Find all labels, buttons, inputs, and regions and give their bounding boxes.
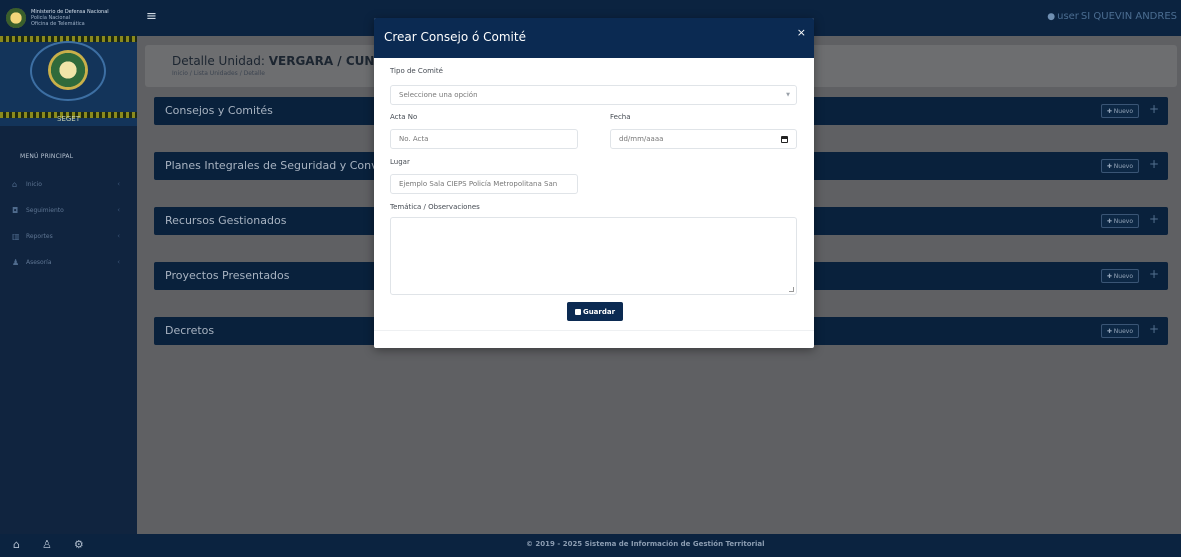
copyright-text: © 2019 - 2025 Sistema de Información de …	[526, 540, 765, 548]
sidebar-item-label: Reportes	[26, 232, 53, 240]
guardar-button[interactable]: Guardar	[567, 302, 623, 321]
chevron-left-icon: ‹	[117, 258, 120, 266]
tipo-comite-value: Seleccione una opción	[399, 91, 478, 99]
section-title: Proyectos Presentados	[165, 269, 290, 282]
expand-plus-icon[interactable]: +	[1149, 267, 1159, 281]
expand-plus-icon[interactable]: +	[1149, 157, 1159, 171]
home-icon[interactable]: ⌂	[13, 538, 20, 551]
tipo-comite-label: Tipo de Comité	[390, 67, 443, 75]
banner-label: SEGET	[57, 115, 80, 123]
people-icon: ♟	[12, 257, 20, 267]
close-icon[interactable]: ×	[797, 27, 806, 38]
page-title-prefix: Detalle Unidad:	[172, 54, 265, 68]
sidebar-item-label: Inicio	[26, 180, 42, 188]
sidebar-item-label: Asesoría	[26, 258, 52, 266]
camera-icon: ◘	[12, 205, 19, 215]
acta-input[interactable]: No. Acta	[390, 129, 578, 149]
nuevo-label: Nuevo	[1113, 327, 1133, 335]
user-icon: ●	[1047, 11, 1056, 22]
nuevo-button[interactable]: ✚ Nuevo	[1100, 269, 1139, 283]
hamburger-icon[interactable]: ≡	[146, 10, 157, 24]
nuevo-label: Nuevo	[1113, 217, 1133, 225]
settings-icon[interactable]: ⚙	[74, 538, 84, 551]
nuevo-button[interactable]: ✚ Nuevo	[1100, 324, 1139, 338]
user-name: SI QUEVIN ANDRES	[1080, 11, 1177, 22]
menu-title: MENÚ PRINCIPAL	[20, 153, 74, 160]
acta-placeholder: No. Acta	[399, 135, 429, 143]
sidebar: SEGET MENÚ PRINCIPAL ⌂ Inicio ‹ ◘ Seguim…	[0, 36, 137, 534]
breadcrumb-lista-unidades[interactable]: Lista Unidades	[194, 70, 238, 77]
lugar-label: Lugar	[390, 158, 410, 166]
police-seal-logo	[6, 8, 26, 28]
footer: ⌂ ♙ ⚙ © 2019 - 2025 Sistema de Informaci…	[0, 534, 1181, 557]
nuevo-label: Nuevo	[1113, 162, 1133, 170]
section-title: Recursos Gestionados	[165, 214, 287, 227]
acta-label: Acta No	[390, 113, 418, 121]
save-icon	[574, 308, 581, 315]
caret-down-icon: ▼	[786, 92, 790, 98]
section-title: Decretos	[165, 324, 215, 337]
breadcrumb: Inicio / Lista Unidades / Detalle	[172, 70, 265, 77]
sidebar-item-asesoria[interactable]: ♟ Asesoría ‹	[12, 255, 130, 269]
home-icon: ⌂	[12, 179, 18, 189]
footer-icons: ⌂ ♙ ⚙	[13, 538, 84, 551]
chevron-left-icon: ‹	[117, 232, 120, 240]
brand[interactable]: Ministerio de Defensa Nacional Policía N…	[0, 0, 137, 36]
brand-line-3: Oficina de Telemática	[31, 21, 85, 27]
sidebar-item-reportes[interactable]: ▥ Reportes ‹	[12, 229, 130, 243]
nuevo-button[interactable]: ✚ Nuevo	[1100, 214, 1139, 228]
sidebar-banner: SEGET	[0, 36, 137, 126]
expand-plus-icon[interactable]: +	[1149, 102, 1159, 116]
guardar-label: Guardar	[582, 307, 616, 316]
expand-plus-icon[interactable]: +	[1149, 322, 1159, 336]
lugar-placeholder: Ejemplo Sala CIEPS Policía Metropolitana…	[399, 180, 558, 188]
modal-header: Crear Consejo ó Comité ×	[374, 18, 814, 58]
expand-plus-icon[interactable]: +	[1149, 212, 1159, 226]
user-menu[interactable]: ● user SI QUEVIN ANDRES	[1047, 11, 1177, 22]
nuevo-label: Nuevo	[1113, 107, 1133, 115]
user-icon[interactable]: ♙	[42, 538, 52, 551]
breadcrumb-inicio[interactable]: Inicio	[172, 70, 188, 77]
section-title: Consejos y Comités	[165, 104, 273, 117]
fecha-placeholder: dd/mm/aaaa	[619, 135, 664, 143]
nuevo-button[interactable]: ✚ Nuevo	[1100, 159, 1139, 173]
chevron-left-icon: ‹	[117, 180, 120, 188]
resize-handle-icon[interactable]	[789, 287, 794, 292]
police-badge-logo	[48, 50, 88, 90]
tipo-comite-select[interactable]: Seleccione una opción ▼	[390, 85, 797, 105]
nuevo-label: Nuevo	[1113, 272, 1133, 280]
tematica-label: Temática / Observaciones	[390, 203, 480, 211]
fecha-input[interactable]: dd/mm/aaaa	[610, 129, 797, 149]
calendar-icon[interactable]	[781, 135, 788, 143]
modal-divider	[374, 330, 814, 331]
nuevo-button[interactable]: ✚ Nuevo	[1100, 104, 1139, 118]
sidebar-item-inicio[interactable]: ⌂ Inicio ‹	[12, 177, 130, 191]
crear-comite-modal: Crear Consejo ó Comité × Tipo de Comité …	[374, 18, 814, 348]
tematica-textarea[interactable]	[390, 217, 797, 295]
chart-icon: ▥	[12, 231, 20, 241]
sidebar-item-seguimiento[interactable]: ◘ Seguimiento ‹	[12, 203, 130, 217]
lugar-input[interactable]: Ejemplo Sala CIEPS Policía Metropolitana…	[390, 174, 578, 194]
sidebar-item-label: Seguimiento	[26, 206, 64, 214]
breadcrumb-detalle: Detalle	[243, 70, 265, 77]
chevron-left-icon: ‹	[117, 206, 120, 214]
user-label: user	[1057, 11, 1079, 22]
modal-title: Crear Consejo ó Comité	[384, 30, 526, 44]
fecha-label: Fecha	[610, 113, 631, 121]
